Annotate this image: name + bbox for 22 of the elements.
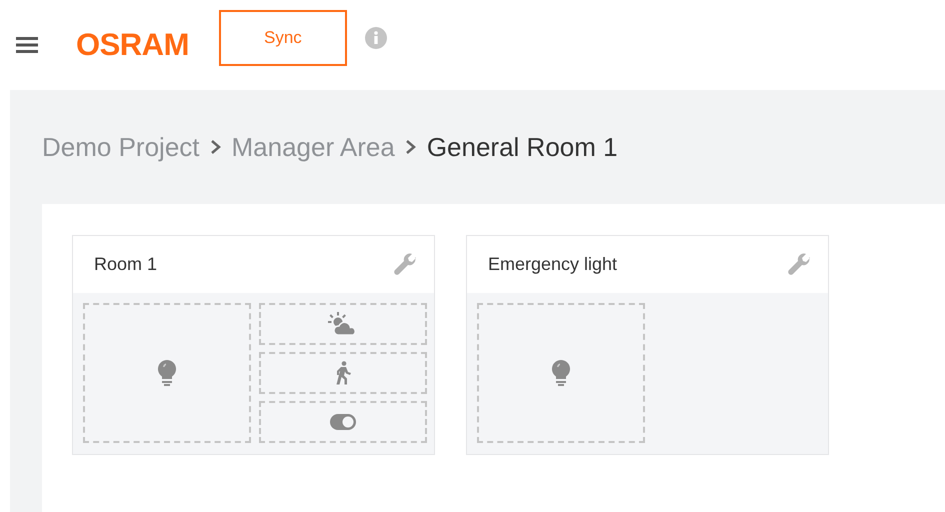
device-slot[interactable] xyxy=(477,303,645,443)
device-slot[interactable] xyxy=(259,352,427,394)
wrench-icon[interactable] xyxy=(788,252,812,276)
menu-icon[interactable] xyxy=(16,36,38,54)
logo: OSRAM xyxy=(76,27,189,63)
chevron-icon xyxy=(404,139,417,155)
device-slot[interactable] xyxy=(259,303,427,345)
breadcrumb-item[interactable]: Manager Area xyxy=(232,132,395,162)
toggle-icon xyxy=(330,414,356,430)
chevron-icon xyxy=(210,139,222,155)
device-slot[interactable] xyxy=(259,401,427,443)
group-title: Emergency light xyxy=(488,254,618,275)
breadcrumb-item[interactable]: Demo Project xyxy=(42,132,200,162)
breadcrumb-item[interactable]: General Room 1 xyxy=(426,132,618,162)
sync-button[interactable]: Sync xyxy=(218,10,347,66)
info-icon[interactable] xyxy=(364,27,387,49)
lightbulb-icon xyxy=(156,359,178,387)
walking-person-icon xyxy=(335,361,351,385)
group-title: Room 1 xyxy=(94,254,158,275)
lightbulb-icon xyxy=(550,359,572,387)
wrench-icon[interactable] xyxy=(394,252,418,276)
device-slot[interactable] xyxy=(83,303,251,443)
